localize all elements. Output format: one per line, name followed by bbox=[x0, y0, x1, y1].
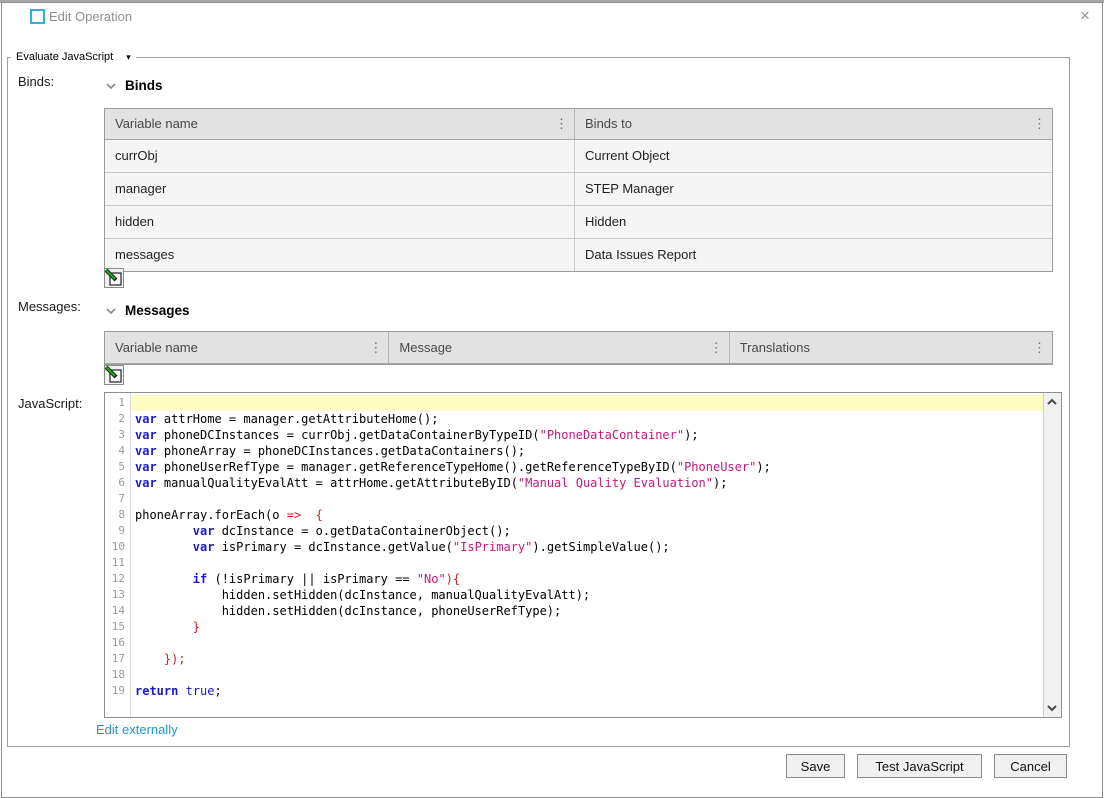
column-header-label: Variable name bbox=[115, 340, 369, 355]
table-row[interactable]: currObjCurrent Object bbox=[105, 140, 1052, 173]
table-cell[interactable]: manager bbox=[105, 173, 575, 205]
column-menu-icon[interactable]: ⋮ bbox=[1033, 340, 1052, 356]
dialog-window-icon bbox=[30, 9, 45, 24]
code-line[interactable]: var attrHome = manager.getAttributeHome(… bbox=[131, 411, 1043, 427]
line-number: 17 bbox=[105, 651, 130, 667]
code-line[interactable]: return true; bbox=[131, 683, 1043, 699]
line-number: 13 bbox=[105, 587, 130, 603]
line-number: 6 bbox=[105, 475, 130, 491]
edit-cell-pencil-icon bbox=[105, 269, 123, 287]
binds-table: Variable name⋮Binds to⋮currObjCurrent Ob… bbox=[104, 108, 1053, 272]
line-number: 5 bbox=[105, 459, 130, 475]
cancel-button[interactable]: Cancel bbox=[994, 754, 1067, 778]
table-row[interactable]: managerSTEP Manager bbox=[105, 173, 1052, 206]
dialog-title: Edit Operation bbox=[49, 9, 132, 24]
line-number: 11 bbox=[105, 555, 130, 571]
operation-type-selector[interactable]: Evaluate JavaScript ▾ bbox=[11, 51, 136, 63]
code-line[interactable]: if (!isPrimary || isPrimary == "No"){ bbox=[131, 571, 1043, 587]
line-number: 2 bbox=[105, 411, 130, 427]
column-menu-icon[interactable]: ⋮ bbox=[710, 340, 729, 356]
code-line[interactable]: } bbox=[131, 619, 1043, 635]
column-menu-icon[interactable]: ⋮ bbox=[369, 340, 388, 356]
line-number: 4 bbox=[105, 443, 130, 459]
line-number: 9 bbox=[105, 523, 130, 539]
binds-field-label: Binds: bbox=[18, 74, 54, 89]
editor-gutter: 12345678910111213141516171819 bbox=[105, 393, 131, 717]
chevron-down-icon bbox=[106, 83, 116, 89]
scroll-down-icon[interactable] bbox=[1045, 702, 1059, 714]
javascript-field-label: JavaScript: bbox=[18, 396, 82, 411]
column-header-label: Binds to bbox=[585, 109, 1033, 139]
messages-table: Variable name⋮Message⋮Translations⋮ bbox=[104, 331, 1053, 365]
column-header-variable-name[interactable]: Variable name⋮ bbox=[105, 332, 389, 363]
line-number: 8 bbox=[105, 507, 130, 523]
column-header-translations[interactable]: Translations⋮ bbox=[730, 332, 1052, 363]
code-line[interactable] bbox=[131, 395, 1043, 411]
table-row[interactable]: hiddenHidden bbox=[105, 206, 1052, 239]
operation-type-label: Evaluate JavaScript bbox=[16, 51, 113, 63]
messages-edit-cell-button[interactable] bbox=[104, 365, 124, 385]
line-number: 3 bbox=[105, 427, 130, 443]
table-row[interactable]: messagesData Issues Report bbox=[105, 239, 1052, 271]
code-line[interactable] bbox=[131, 635, 1043, 651]
messages-section-toggle[interactable]: Messages bbox=[106, 303, 190, 318]
column-menu-icon[interactable]: ⋮ bbox=[1033, 109, 1052, 139]
line-number: 16 bbox=[105, 635, 130, 651]
code-line[interactable]: var dcInstance = o.getDataContainerObjec… bbox=[131, 523, 1043, 539]
line-number: 18 bbox=[105, 667, 130, 683]
table-cell[interactable]: hidden bbox=[105, 206, 575, 238]
code-line[interactable] bbox=[131, 667, 1043, 683]
code-line[interactable]: var phoneUserRefType = manager.getRefere… bbox=[131, 459, 1043, 475]
dropdown-caret-icon[interactable]: ▾ bbox=[126, 52, 131, 62]
column-header-variable-name[interactable]: Variable name⋮ bbox=[105, 109, 575, 139]
code-line[interactable]: hidden.setHidden(dcInstance, phoneUserRe… bbox=[131, 603, 1043, 619]
code-line[interactable]: }); bbox=[131, 651, 1043, 667]
messages-section-title: Messages bbox=[125, 303, 190, 318]
code-line[interactable]: hidden.setHidden(dcInstance, manualQuali… bbox=[131, 587, 1043, 603]
column-header-message[interactable]: Message⋮ bbox=[389, 332, 729, 363]
test-javascript-button[interactable]: Test JavaScript bbox=[857, 754, 982, 778]
code-line[interactable]: var manualQualityEvalAtt = attrHome.getA… bbox=[131, 475, 1043, 491]
table-header-row: Variable name⋮Message⋮Translations⋮ bbox=[105, 332, 1052, 364]
line-number: 19 bbox=[105, 683, 130, 699]
binds-section-title: Binds bbox=[125, 78, 163, 93]
table-cell[interactable]: currObj bbox=[105, 140, 575, 172]
table-cell[interactable]: STEP Manager bbox=[575, 173, 1052, 205]
column-header-label: Message bbox=[399, 340, 709, 355]
column-header-binds-to[interactable]: Binds to⋮ bbox=[575, 109, 1052, 139]
code-line[interactable]: var isPrimary = dcInstance.getValue("IsP… bbox=[131, 539, 1043, 555]
table-cell[interactable]: Hidden bbox=[575, 206, 1052, 238]
table-cell[interactable]: Current Object bbox=[575, 140, 1052, 172]
code-line[interactable] bbox=[131, 555, 1043, 571]
column-header-label: Variable name bbox=[115, 109, 555, 139]
chevron-down-icon bbox=[106, 308, 116, 314]
line-number: 7 bbox=[105, 491, 130, 507]
table-cell[interactable]: messages bbox=[105, 239, 575, 271]
binds-edit-cell-button[interactable] bbox=[104, 268, 124, 288]
edit-cell-pencil-icon bbox=[105, 366, 123, 384]
code-line[interactable]: phoneArray.forEach(o => { bbox=[131, 507, 1043, 523]
binds-section-toggle[interactable]: Binds bbox=[106, 78, 163, 93]
line-number: 12 bbox=[105, 571, 130, 587]
edit-externally-link[interactable]: Edit externally bbox=[96, 722, 178, 737]
line-number: 15 bbox=[105, 619, 130, 635]
messages-field-label: Messages: bbox=[18, 299, 81, 314]
code-line[interactable] bbox=[131, 491, 1043, 507]
column-menu-icon[interactable]: ⋮ bbox=[555, 109, 574, 139]
editor-vertical-scrollbar[interactable] bbox=[1043, 393, 1061, 717]
close-icon[interactable]: × bbox=[1074, 5, 1096, 27]
line-number: 10 bbox=[105, 539, 130, 555]
line-number: 1 bbox=[105, 395, 130, 411]
column-header-label: Translations bbox=[740, 340, 1033, 355]
editor-code[interactable]: var attrHome = manager.getAttributeHome(… bbox=[131, 393, 1043, 717]
table-cell[interactable]: Data Issues Report bbox=[575, 239, 1052, 271]
table-header-row: Variable name⋮Binds to⋮ bbox=[105, 109, 1052, 140]
scroll-up-icon[interactable] bbox=[1045, 396, 1059, 408]
javascript-code-editor[interactable]: 12345678910111213141516171819 var attrHo… bbox=[104, 392, 1062, 718]
save-button[interactable]: Save bbox=[786, 754, 845, 778]
code-line[interactable]: var phoneArray = phoneDCInstances.getDat… bbox=[131, 443, 1043, 459]
code-line[interactable]: var phoneDCInstances = currObj.getDataCo… bbox=[131, 427, 1043, 443]
line-number: 14 bbox=[105, 603, 130, 619]
